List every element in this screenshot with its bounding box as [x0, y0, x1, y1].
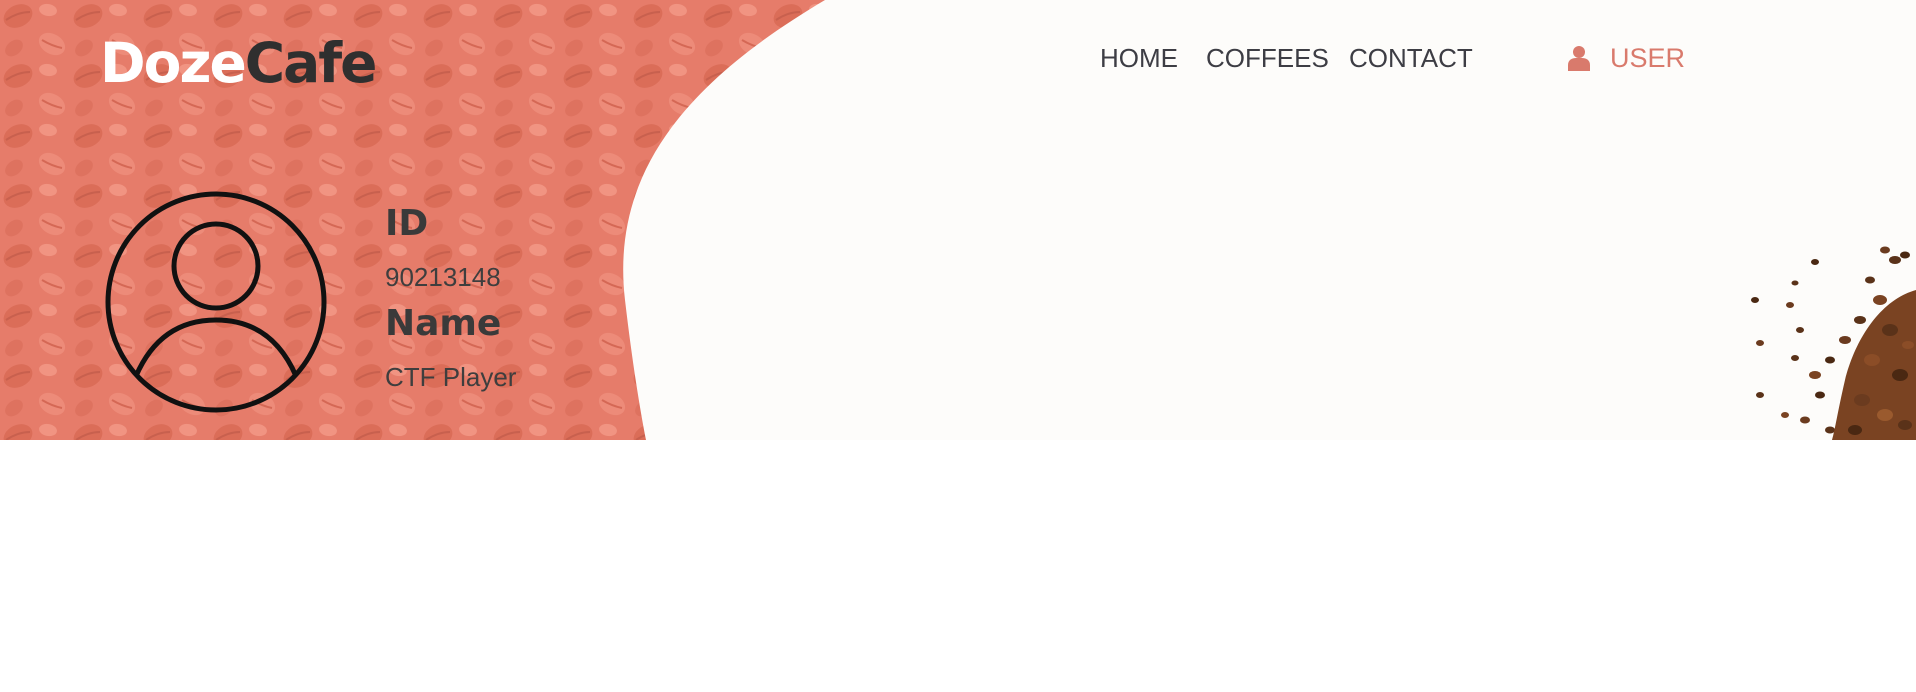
- id-label: ID: [385, 203, 429, 244]
- user-avatar-icon: [104, 190, 328, 414]
- id-value: 90213148: [385, 262, 501, 292]
- brand-logo-part1: Doze: [100, 31, 247, 95]
- nav-user-label: USER: [1610, 43, 1686, 73]
- nav-coffees-link[interactable]: COFFEES: [1206, 40, 1329, 76]
- brand-logo-part2: Cafe: [244, 31, 378, 95]
- name-label: Name: [385, 303, 502, 344]
- name-value: CTF Player: [385, 362, 517, 392]
- nav-user-link[interactable]: USER: [1568, 40, 1685, 76]
- profile-details: ID 90213148 Name CTF Player: [385, 200, 625, 394]
- brand-logo[interactable]: DozeCafe: [100, 28, 378, 98]
- nav-home-link[interactable]: HOME: [1100, 40, 1178, 76]
- hero-section: DozeCafe HOME COFFEES CONTACT USER ID 90…: [0, 0, 1916, 440]
- nav-contact-link[interactable]: CONTACT: [1349, 40, 1473, 76]
- user-icon: [1568, 45, 1590, 71]
